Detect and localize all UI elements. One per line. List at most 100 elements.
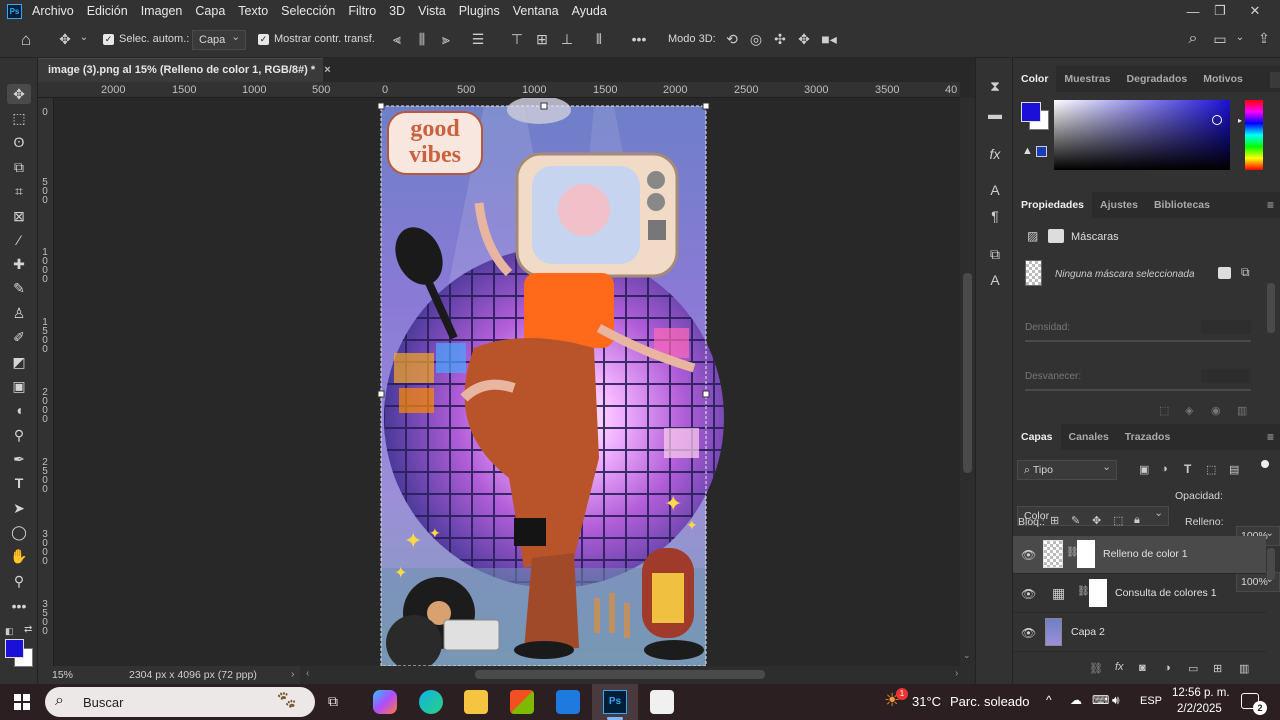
ellipse-tool-icon[interactable]: ◯ [7,522,31,542]
3d-orbit-icon[interactable]: ⟲ [722,31,742,48]
color-picker-cursor[interactable] [1212,115,1222,125]
align-bottom-icon[interactable]: ⊥ [558,31,576,48]
load-selection-icon[interactable]: ⬚ [1159,404,1169,417]
path-select-tool-icon[interactable]: ➤ [7,498,31,518]
clone-stamp-tool-icon[interactable]: ♙ [7,303,31,323]
density-field[interactable] [1201,320,1251,334]
show-transform-checkbox[interactable]: ✓ [258,33,269,45]
gradient-tool-icon[interactable]: ▣ [7,376,31,396]
visibility-eye-icon[interactable]: 👁︎ [1021,587,1036,601]
menu-capa[interactable]: Capa [195,4,225,18]
lasso-tool-icon[interactable]: ʘ [7,132,31,152]
hue-slider[interactable] [1245,100,1263,170]
clock-date[interactable]: 2/2/2025 [1177,703,1222,715]
filter-toggle[interactable] [1261,460,1269,468]
mail-icon[interactable] [556,690,580,714]
menu-seleccion[interactable]: Selección [281,4,335,18]
3d-pan-icon[interactable]: ✣ [770,31,790,48]
pixel-mask-icon[interactable]: ▨ [1027,229,1038,243]
minimize-icon[interactable]: — [1178,0,1208,22]
layer-row[interactable]: 👁︎ ▦ ⛓ Consulta de colores 1 [1013,575,1266,613]
menu-edicion[interactable]: Edición [87,4,128,18]
auto-select-dropdown[interactable]: Capa [192,28,247,50]
horizontal-scroll-thumb[interactable] [475,670,765,679]
tab-color[interactable]: Color [1013,66,1057,92]
document-tab[interactable]: image (3).png al 15% (Relleno de color 1… [38,58,331,82]
menu-ventana[interactable]: Ventana [513,4,559,18]
weather-desc[interactable]: Parc. soleado [950,694,1030,709]
menu-filtro[interactable]: Filtro [348,4,376,18]
move-tool-preset-icon[interactable]: ✥ [55,31,75,48]
menu-archivo[interactable]: Archivo [32,4,74,18]
chevron-down-icon[interactable]: ⌄ [78,32,90,43]
add-layer-mask-icon[interactable]: ◙ [1139,662,1146,674]
lock-position-icon[interactable]: ✥ [1092,514,1101,527]
task-view-icon[interactable]: ⧉ [328,693,338,710]
document-app-icon[interactable] [650,690,674,714]
align-center-icon[interactable]: ⫼ [413,31,431,48]
filter-type-icon[interactable]: T [1184,462,1191,476]
tab-motivos[interactable]: Motivos [1195,66,1251,92]
share-icon[interactable]: ⇪ [1254,30,1274,47]
lock-transparent-icon[interactable]: ⊞ [1050,514,1059,527]
brush-tool-icon[interactable]: ✎ [7,278,31,298]
layer-row[interactable]: 👁︎ ⛓ Relleno de color 1 [1013,536,1266,574]
menu-texto[interactable]: Texto [238,4,268,18]
hue-marker-icon[interactable]: ▸ [1238,116,1242,125]
lock-artboard-icon[interactable]: ⬚ [1113,514,1123,527]
menu-plugins[interactable]: Plugins [459,4,500,18]
color-fg-swatch[interactable] [1021,102,1041,122]
new-adjustment-icon[interactable]: ◑ [1164,662,1171,674]
home-icon[interactable]: ⌂ [14,30,38,50]
frame-tool-icon[interactable]: ⊠ [7,206,31,226]
delete-layer-icon[interactable]: ▥ [1239,662,1249,675]
lock-all-icon[interactable]: 🔒︎ [1134,514,1140,527]
comments-panel-icon[interactable]: ▬ [984,106,1006,122]
layer-row[interactable]: 👁︎ Capa 2 [1013,614,1266,652]
align-right-icon[interactable]: ⫸ [437,31,455,48]
search-icon[interactable]: ⌕ [1183,30,1203,48]
layers-menu-icon[interactable]: ≡ [1267,430,1274,444]
link-icon[interactable]: ⛓ [1077,586,1090,597]
feather-field[interactable] [1201,369,1251,383]
windows-start-icon[interactable] [14,694,30,710]
show-hidden-icons-icon[interactable]: ^ [1046,693,1052,707]
feather-slider[interactable] [1025,389,1251,391]
tab-capas[interactable]: Capas [1013,424,1061,450]
menu-vista[interactable]: Vista [418,4,446,18]
hand-tool-icon[interactable]: ✋ [7,546,31,566]
zoom-tool-icon[interactable]: ⚲ [7,571,31,591]
blur-tool-icon[interactable]: ◖ [7,400,31,420]
taskbar-search-box[interactable]: ⌕ Buscar 🐾︎ [45,687,315,717]
glyphs-panel-icon[interactable]: ⧉ [984,246,1006,263]
tab-canales[interactable]: Canales [1061,424,1117,450]
horizontal-scrollbar[interactable]: ‹ › [300,666,975,684]
tab-ajustes[interactable]: Ajustes [1092,192,1146,218]
panel-collapse-icon[interactable] [1270,72,1280,88]
tab-muestras[interactable]: Muestras [1056,66,1118,92]
photoshop-taskbar-button[interactable]: Ps [592,684,638,720]
tab-degradados[interactable]: Degradados [1119,66,1196,92]
copilot-icon[interactable] [373,690,397,714]
swap-colors-icon[interactable]: ⇄ [24,624,34,635]
restore-icon[interactable]: ❐ [1205,0,1235,22]
tab-propiedades[interactable]: Propiedades [1013,192,1093,218]
layer-name[interactable]: Relleno de color 1 [1103,548,1188,560]
dodge-tool-icon[interactable]: ⚲ [7,425,31,445]
filter-smart-icon[interactable]: ▤ [1229,463,1239,476]
new-layer-icon[interactable]: ⊞ [1213,662,1222,675]
type-tool-icon[interactable]: T [7,473,31,493]
close-tab-icon[interactable]: × [324,64,330,76]
filter-pixel-icon[interactable]: ▣ [1139,463,1149,476]
file-explorer-icon[interactable] [464,690,488,714]
foreground-color-swatch[interactable] [5,639,24,658]
layer-style-icon[interactable]: fx [1115,661,1124,673]
weather-temp[interactable]: 31°C [912,694,941,709]
align-left-icon[interactable]: ⫷ [388,31,406,48]
gamut-warning-icon[interactable]: ▲ [1022,145,1033,157]
vertical-scroll-thumb[interactable] [963,273,972,473]
layer-name[interactable]: Capa 2 [1071,626,1105,638]
move-tool-icon[interactable]: ✥ [7,84,31,104]
clock-time[interactable]: 12:56 p. m. [1172,687,1230,699]
new-group-icon[interactable]: ▭ [1188,662,1198,675]
